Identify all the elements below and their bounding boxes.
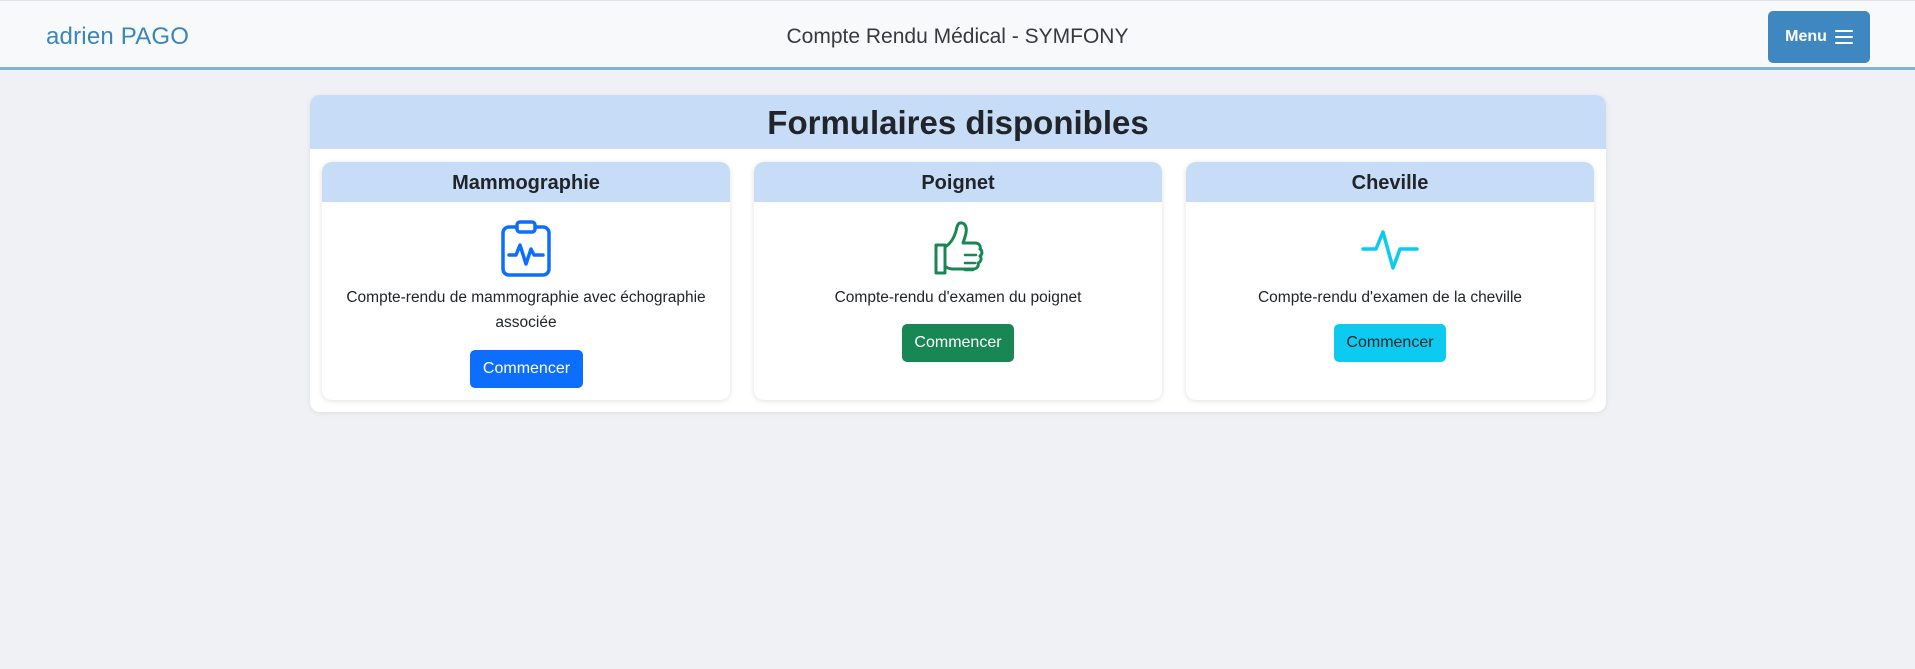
hamburger-icon xyxy=(1834,30,1853,44)
card-description: Compte-rendu d'examen du poignet xyxy=(834,289,1082,306)
start-cheville-button[interactable]: Commencer xyxy=(1334,324,1446,362)
card-poignet: Poignet Compte-rendu d'examen du poignet… xyxy=(754,162,1162,400)
card-title: Mammographie xyxy=(322,162,730,202)
card-title: Poignet xyxy=(754,162,1162,202)
card-description: Compte-rendu de mammographie avec échogr… xyxy=(346,289,706,331)
app-title: Compte Rendu Médical - SYMFONY xyxy=(786,25,1129,48)
forms-panel: Formulaires disponibles Mammographie Com… xyxy=(310,95,1606,412)
clipboard-pulse-icon xyxy=(322,220,730,278)
panel-title: Formulaires disponibles xyxy=(310,95,1606,149)
card-cheville: Cheville Compte-rendu d'examen de la che… xyxy=(1186,162,1594,400)
menu-button-label: Menu xyxy=(1785,28,1827,45)
start-mammographie-button[interactable]: Commencer xyxy=(470,350,583,388)
card-description: Compte-rendu d'examen de la cheville xyxy=(1257,289,1523,306)
start-poignet-button[interactable]: Commencer xyxy=(902,324,1014,362)
card-mammographie: Mammographie Compte-rendu de mammographi… xyxy=(322,162,730,400)
menu-button[interactable]: Menu xyxy=(1768,11,1870,63)
top-navbar: adrien PAGO Compte Rendu Médical - SYMFO… xyxy=(0,0,1915,70)
thumbs-up-icon xyxy=(754,220,1162,278)
card-title: Cheville xyxy=(1186,162,1594,202)
pulse-icon xyxy=(1186,220,1594,278)
